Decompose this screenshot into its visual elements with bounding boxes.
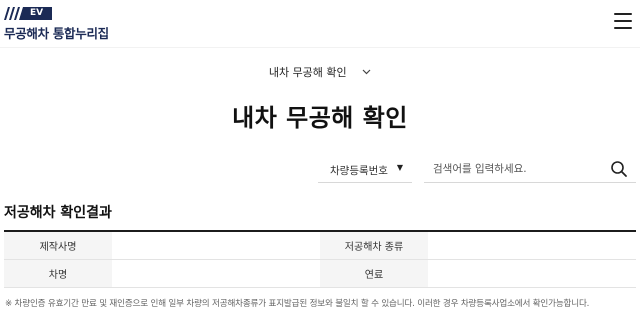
manufacturer-value — [112, 231, 320, 260]
low-emission-type-value — [428, 231, 636, 260]
low-emission-type-label: 저공해차 종류 — [320, 231, 428, 260]
results-section-title: 저공해차 확인결과 — [4, 205, 112, 221]
site-header: EV 무공해차 통합누리집 — [0, 0, 640, 46]
page-title: 내차 무공해 확인 — [232, 104, 408, 132]
site-logo[interactable]: EV 무공해차 통합누리집 — [4, 7, 114, 41]
logo-badge-text: EV — [30, 8, 44, 18]
header-divider — [0, 47, 640, 48]
logo-badge: EV — [4, 7, 52, 20]
logo-text: 무공해차 통합누리집 — [4, 26, 109, 41]
caret-down-icon: ▼ — [396, 163, 403, 172]
search-type-selected: 차량등록번호 — [330, 165, 388, 177]
search-icon[interactable] — [610, 160, 628, 178]
page-selector-dropdown[interactable]: 내차 무공해 확인 — [0, 64, 640, 80]
search-type-select[interactable]: 차량등록번호 ▼ — [318, 156, 412, 183]
manufacturer-label: 제작사명 — [4, 231, 112, 260]
fuel-value — [428, 259, 636, 288]
notice-text: ※ 차량인증 유효기간 만료 및 재인증으로 인해 일부 차량의 저공해차종류가… — [5, 299, 590, 309]
table-row: 차명 연료 — [4, 259, 636, 288]
car-name-label: 차명 — [4, 259, 112, 288]
car-name-value — [112, 259, 320, 288]
fuel-label: 연료 — [320, 259, 428, 288]
table-row: 제작사명 저공해차 종류 — [4, 231, 636, 260]
hamburger-menu-icon[interactable] — [614, 13, 632, 29]
page-selector-label: 내차 무공해 확인 — [268, 66, 347, 79]
results-table: 제작사명 저공해차 종류 차명 연료 — [4, 230, 636, 288]
search-input[interactable] — [424, 156, 636, 183]
chevron-down-icon — [362, 68, 371, 78]
